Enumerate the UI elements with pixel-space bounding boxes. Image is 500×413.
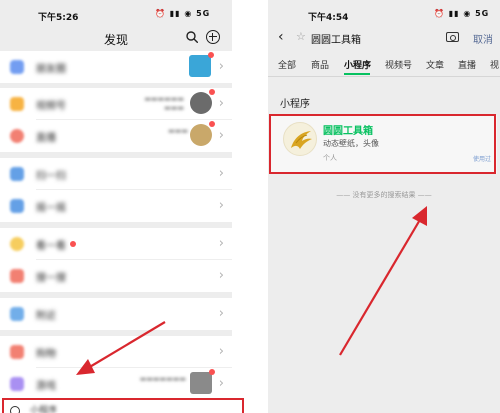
- highlight-box: [269, 114, 496, 174]
- highlight-box: [2, 398, 244, 413]
- screenshot-stage: 下午5:26 ⏰ ▮▮ ◉ 5G 发现 朋友圈 › 视频号 ▬▬▬▬▬▬ ▬▬▬ …: [0, 0, 500, 413]
- tab-articles[interactable]: 文章: [426, 58, 444, 71]
- thumbnail-icon: [189, 52, 214, 77]
- avatar-icon: [190, 89, 215, 114]
- search-icon[interactable]: [186, 31, 198, 43]
- unread-dot-icon: [209, 121, 215, 127]
- tab-live[interactable]: 直播: [458, 58, 476, 71]
- chevron-right-icon: ›: [218, 166, 224, 181]
- tab-products[interactable]: 商品: [311, 58, 329, 71]
- list-item-shake[interactable]: 摇一摇 ›: [0, 190, 232, 222]
- status-bar: 下午5:26 ⏰ ▮▮ ◉ 5G: [0, 0, 232, 26]
- status-time: 下午5:26: [38, 13, 79, 23]
- chevron-right-icon: ›: [218, 306, 224, 321]
- chevron-right-icon: ›: [218, 236, 224, 251]
- games-icon: [10, 377, 24, 391]
- nearby-icon: [10, 307, 24, 321]
- cancel-button[interactable]: 取消: [473, 31, 493, 46]
- moments-icon: [10, 60, 24, 74]
- active-tab-indicator: [344, 73, 370, 75]
- chevron-right-icon: ›: [218, 198, 224, 213]
- list-item-search[interactable]: 搜一搜 ›: [0, 260, 232, 292]
- list-item-label: 搜一搜: [36, 273, 66, 284]
- avatar-icon: [190, 121, 215, 146]
- blurred-preview-icon: ▬▬▬▬▬▬▬: [139, 375, 186, 383]
- chevron-right-icon: ›: [218, 96, 224, 111]
- list-item-label: 游戏: [36, 381, 56, 392]
- list-item-live[interactable]: 直播 ▬▬▬ ›: [0, 120, 232, 152]
- scan-icon: [10, 167, 24, 181]
- shopping-icon: [10, 345, 24, 359]
- list-item-scan[interactable]: 扫一扫 ›: [0, 158, 232, 190]
- nav-bar: 发现: [0, 26, 232, 50]
- top-stories-icon: [10, 237, 24, 251]
- tab-more[interactable]: 视: [490, 58, 499, 71]
- avatar-icon: [190, 369, 215, 394]
- unread-dot-icon: [70, 241, 76, 247]
- list-item-label: 直播: [36, 133, 56, 144]
- unread-dot-icon: [209, 89, 215, 95]
- chevron-right-icon: ›: [218, 59, 224, 74]
- search-input[interactable]: 圆圆工具箱: [311, 31, 361, 46]
- search-bar: ‹ ☆ 圆圆工具箱 取消: [268, 26, 500, 50]
- blurred-preview-icon: ▬▬▬: [168, 127, 188, 135]
- search-feature-icon: [10, 269, 24, 283]
- chevron-right-icon: ›: [218, 128, 224, 143]
- end-of-results: —— 没有更多的搜索结果 ——: [336, 191, 432, 199]
- unread-dot-icon: [209, 369, 215, 375]
- camera-icon[interactable]: [446, 32, 459, 42]
- shake-icon: [10, 199, 24, 213]
- list-item-label: 视频号: [36, 101, 66, 112]
- list-item-moments[interactable]: 朋友圈 ›: [0, 51, 232, 83]
- result-tabs: 全部 商品 小程序 视频号 文章 直播 视: [268, 54, 500, 76]
- status-icons: ⏰ ▮▮ ◉ 5G: [434, 9, 490, 18]
- tab-channels[interactable]: 视频号: [385, 58, 412, 71]
- list-item-label: 购物: [36, 349, 56, 360]
- channels-icon: [10, 97, 24, 111]
- add-icon[interactable]: [206, 30, 220, 44]
- panel-gap: [232, 0, 268, 413]
- list-item-games[interactable]: 游戏 ▬▬▬▬▬▬▬ ›: [0, 368, 232, 400]
- divider: [268, 76, 500, 77]
- section-title: 小程序: [280, 99, 310, 110]
- unread-dot-icon: [208, 52, 214, 58]
- list-item-shopping[interactable]: 购物 ›: [0, 336, 232, 368]
- tab-all[interactable]: 全部: [278, 58, 296, 71]
- status-icons: ⏰ ▮▮ ◉ 5G: [155, 9, 211, 18]
- tab-mini-programs[interactable]: 小程序: [344, 58, 371, 71]
- search-results-screen: 下午4:54 ⏰ ▮▮ ◉ 5G ‹ ☆ 圆圆工具箱 取消 全部 商品 小程序 …: [268, 0, 500, 413]
- chevron-right-icon: ›: [218, 344, 224, 359]
- status-bar: 下午4:54 ⏰ ▮▮ ◉ 5G: [268, 0, 500, 26]
- live-icon: [10, 129, 24, 143]
- list-item-top-stories[interactable]: 看一看 ›: [0, 228, 232, 260]
- back-icon[interactable]: ‹: [278, 29, 284, 45]
- list-item-label: 摇一摇: [36, 203, 66, 214]
- discover-screen: 下午5:26 ⏰ ▮▮ ◉ 5G 发现 朋友圈 › 视频号 ▬▬▬▬▬▬ ▬▬▬ …: [0, 0, 232, 413]
- blurred-preview-icon: ▬▬▬▬▬▬ ▬▬▬: [144, 95, 184, 112]
- list-item-channels[interactable]: 视频号 ▬▬▬▬▬▬ ▬▬▬ ›: [0, 88, 232, 120]
- list-item-label: 附近: [36, 311, 56, 322]
- status-time: 下午4:54: [308, 13, 349, 23]
- list-item-label: 看一看: [36, 241, 66, 252]
- star-icon[interactable]: ☆: [296, 30, 306, 43]
- list-item-nearby[interactable]: 附近 ›: [0, 298, 232, 330]
- list-item-label: 扫一扫: [36, 171, 66, 182]
- list-item-label: 朋友圈: [36, 64, 66, 75]
- chevron-right-icon: ›: [218, 376, 224, 391]
- chevron-right-icon: ›: [218, 268, 224, 283]
